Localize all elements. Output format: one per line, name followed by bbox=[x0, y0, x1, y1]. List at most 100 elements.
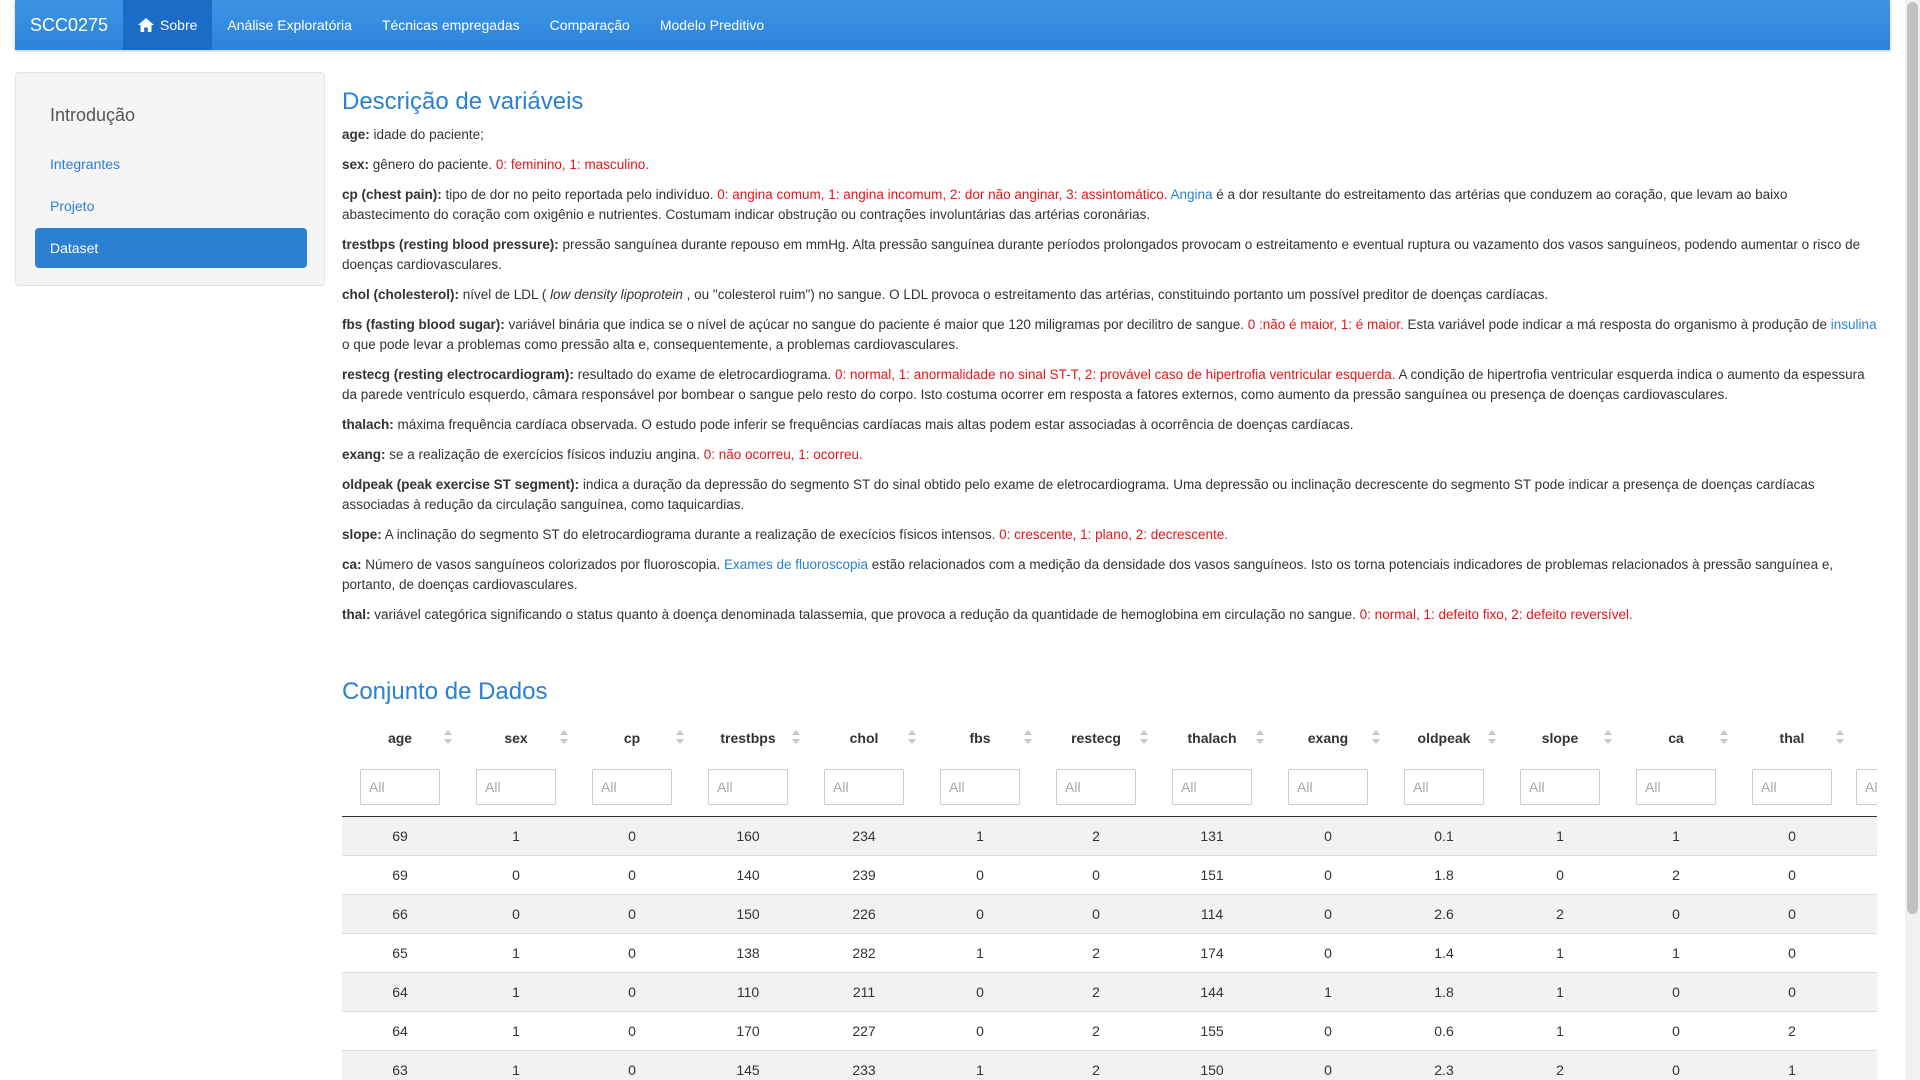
table-cell: 234 bbox=[806, 816, 922, 856]
column-header-sex[interactable]: sex bbox=[458, 718, 574, 758]
table-cell: 0 bbox=[1270, 1011, 1386, 1051]
sidebar-item-projeto[interactable]: Projeto bbox=[35, 186, 307, 226]
sort-icon bbox=[676, 730, 684, 744]
column-header-extra[interactable] bbox=[1850, 718, 1877, 758]
sidebar-item-dataset[interactable]: Dataset bbox=[35, 228, 307, 268]
table-cell: 1 bbox=[1502, 816, 1618, 856]
column-header-cp[interactable]: cp bbox=[574, 718, 690, 758]
dataset-table-container[interactable]: age sex cp trestbps chol fbs restecg thalach exa… bbox=[342, 718, 1877, 1080]
fluoroscopia-link[interactable]: Exames de fluoroscopia bbox=[724, 557, 868, 572]
column-header-trestbps[interactable]: trestbps bbox=[690, 718, 806, 758]
table-cell: 155 bbox=[1154, 1011, 1270, 1051]
column-header-oldpeak[interactable]: oldpeak bbox=[1386, 718, 1502, 758]
nav-comparacao[interactable]: Comparação bbox=[535, 0, 645, 50]
table-cell: 0 bbox=[574, 1050, 690, 1080]
table-cell: 151 bbox=[1154, 855, 1270, 895]
variable-thalach: thalach: máxima frequência cardíaca obse… bbox=[342, 416, 1354, 432]
column-header-thalach[interactable]: thalach bbox=[1154, 718, 1270, 758]
table-cell: 233 bbox=[806, 1050, 922, 1080]
filter-input-ca[interactable] bbox=[1636, 769, 1716, 805]
table-row[interactable]: 65 1 0 138 282 1 2 174 0 1.4 1 1 0 bbox=[342, 933, 1877, 973]
table-cell: 2 bbox=[1038, 933, 1154, 973]
column-header-label: chol bbox=[849, 730, 879, 746]
filter-input-thal[interactable] bbox=[1752, 769, 1832, 805]
table-cell: 150 bbox=[1154, 1050, 1270, 1080]
filter-cell bbox=[1734, 758, 1850, 817]
table-cell: 1 bbox=[1618, 933, 1734, 973]
variable-chol: chol (cholesterol): nível de LDL ( low d… bbox=[342, 286, 1549, 302]
table-cell: 0 bbox=[1618, 972, 1734, 1012]
insulina-link[interactable]: insulina bbox=[1831, 317, 1877, 332]
table-cell: 2.6 bbox=[1386, 894, 1502, 934]
filter-input-exang[interactable] bbox=[1288, 769, 1368, 805]
column-header-fbs[interactable]: fbs bbox=[922, 718, 1038, 758]
filter-cell bbox=[342, 758, 458, 817]
filter-input-fbs[interactable] bbox=[940, 769, 1020, 805]
column-header-exang[interactable]: exang bbox=[1270, 718, 1386, 758]
filter-input-slope[interactable] bbox=[1520, 769, 1600, 805]
table-cell: 0 bbox=[574, 933, 690, 973]
angina-link[interactable]: Angina bbox=[1171, 187, 1213, 202]
table-cell: 0 bbox=[922, 1011, 1038, 1051]
sidebar-header: Introdução bbox=[50, 105, 136, 125]
filter-input-restecg[interactable] bbox=[1056, 769, 1136, 805]
table-cell: 1 bbox=[458, 933, 574, 973]
column-header-ca[interactable]: ca bbox=[1618, 718, 1734, 758]
table-row[interactable]: 64 1 0 170 227 0 2 155 0 0.6 1 0 2 bbox=[342, 1011, 1877, 1051]
column-header-label: slope bbox=[1541, 730, 1579, 746]
variable-exang: exang: se a realização de exercícios fís… bbox=[342, 446, 863, 462]
table-row[interactable]: 63 1 0 145 233 1 2 150 0 2.3 2 0 1 bbox=[342, 1050, 1877, 1080]
table-cell: 0 bbox=[574, 972, 690, 1012]
sort-icon bbox=[1372, 730, 1380, 744]
table-row[interactable]: 69 0 0 140 239 0 0 151 0 1.8 0 2 0 bbox=[342, 855, 1877, 895]
nav-modelo-preditivo[interactable]: Modelo Preditivo bbox=[645, 0, 779, 50]
column-header-label: fbs bbox=[969, 730, 991, 746]
table-cell: 69 bbox=[342, 855, 458, 895]
table-cell: 0 bbox=[1618, 1011, 1734, 1051]
column-header-label: oldpeak bbox=[1417, 730, 1471, 746]
filter-input-cp[interactable] bbox=[592, 769, 672, 805]
table-cell: 64 bbox=[342, 972, 458, 1012]
sort-icon bbox=[792, 730, 800, 744]
table-cell: 1 bbox=[922, 933, 1038, 973]
sidebar-item-integrantes[interactable]: Integrantes bbox=[35, 144, 307, 184]
filter-input-extra[interactable] bbox=[1856, 769, 1877, 805]
page-scrollbar[interactable] bbox=[1905, 0, 1920, 1080]
table-cell: 2 bbox=[1734, 1011, 1850, 1051]
column-header-slope[interactable]: slope bbox=[1502, 718, 1618, 758]
column-header-thal[interactable]: thal bbox=[1734, 718, 1850, 758]
column-header-age[interactable]: age bbox=[342, 718, 458, 758]
table-row[interactable]: 64 1 0 110 211 0 2 144 1 1.8 1 0 0 bbox=[342, 972, 1877, 1012]
filter-input-thalach[interactable] bbox=[1172, 769, 1252, 805]
brand-link[interactable]: SCC0275 bbox=[15, 0, 123, 50]
filter-input-age[interactable] bbox=[360, 769, 440, 805]
nav-sobre[interactable]: Sobre bbox=[123, 0, 213, 50]
table-cell: 0 bbox=[1734, 855, 1850, 895]
table-row[interactable]: 66 0 0 150 226 0 0 114 0 2.6 2 0 0 bbox=[342, 894, 1877, 934]
filter-input-sex[interactable] bbox=[476, 769, 556, 805]
filter-input-oldpeak[interactable] bbox=[1404, 769, 1484, 805]
nav-tecnicas-empregadas[interactable]: Técnicas empregadas bbox=[367, 0, 535, 50]
table-cell: 0 bbox=[922, 972, 1038, 1012]
table-cell bbox=[1850, 855, 1877, 895]
table-cell bbox=[1850, 816, 1877, 856]
table-cell: 1 bbox=[1502, 1011, 1618, 1051]
fbs-codes: 0 :não é maior, 1: é maior. bbox=[1247, 316, 1404, 332]
slope-codes: 0: crescente, 1: plano, 2: decrescente. bbox=[999, 526, 1229, 542]
table-cell: 1 bbox=[1618, 816, 1734, 856]
filter-input-chol[interactable] bbox=[824, 769, 904, 805]
table-cell bbox=[1850, 1011, 1877, 1051]
nav-analise-exploratoria[interactable]: Análise Exploratória bbox=[212, 0, 367, 50]
table-cell: 0 bbox=[1270, 816, 1386, 856]
column-header-chol[interactable]: chol bbox=[806, 718, 922, 758]
variable-oldpeak: oldpeak (peak exercise ST segment): indi… bbox=[342, 476, 1815, 512]
filter-cell bbox=[1502, 758, 1618, 817]
filter-input-trestbps[interactable] bbox=[708, 769, 788, 805]
table-cell: 65 bbox=[342, 933, 458, 973]
table-row[interactable]: 69 1 0 160 234 1 2 131 0 0.1 1 1 0 bbox=[342, 816, 1877, 856]
scrollbar-thumb[interactable] bbox=[1907, 2, 1918, 914]
table-cell: 226 bbox=[806, 894, 922, 934]
table-cell: 2 bbox=[1038, 816, 1154, 856]
column-header-restecg[interactable]: restecg bbox=[1038, 718, 1154, 758]
column-header-label: trestbps bbox=[720, 730, 776, 746]
